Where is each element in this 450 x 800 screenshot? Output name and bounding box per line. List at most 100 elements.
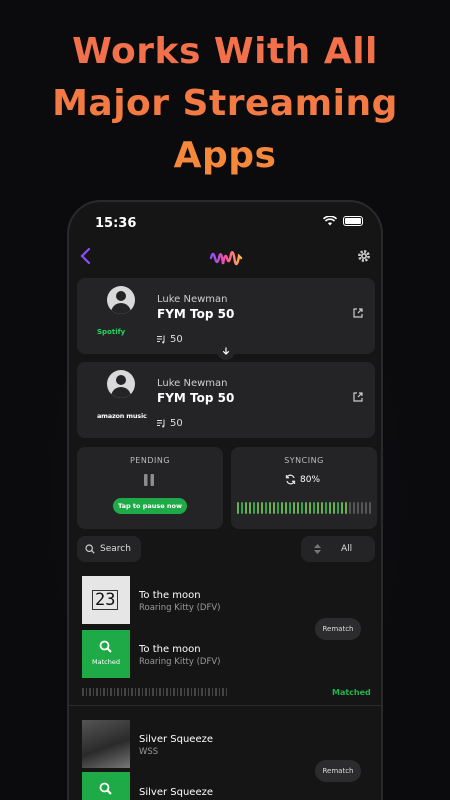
external-link-icon[interactable] <box>353 308 363 318</box>
progress-tick <box>204 688 206 696</box>
album-art: 23 <box>82 576 130 624</box>
chevron-left-icon[interactable] <box>79 247 93 265</box>
search-input[interactable]: Search <box>77 536 141 562</box>
progress-tick <box>180 688 182 696</box>
source-track-title: To the moon <box>139 590 201 601</box>
progress-tick <box>285 502 287 514</box>
progress-tick <box>249 502 251 514</box>
sort-icon <box>314 544 321 554</box>
search-icon <box>99 640 112 653</box>
transfer-arrow <box>217 342 235 360</box>
source-track-artist: WSS <box>139 747 159 757</box>
matched-art <box>82 772 130 800</box>
progress-tick <box>277 502 279 514</box>
matched-track-title: To the moon <box>139 644 201 655</box>
progress-tick <box>273 502 275 514</box>
search-label: Search <box>100 544 131 554</box>
headline-line-2: Major Streaming <box>52 83 398 124</box>
progress-tick <box>183 688 185 696</box>
progress-tick <box>353 502 355 514</box>
syncing-title: SYNCING <box>284 456 324 465</box>
progress-tick <box>194 688 196 696</box>
progress-tick <box>148 688 150 696</box>
progress-tick <box>152 688 154 696</box>
progress-tick <box>169 688 171 696</box>
progress-tick <box>241 502 243 514</box>
progress-tick <box>201 688 203 696</box>
track-item: Silver Squeeze WSS Silver Squeeze Rematc… <box>69 714 381 800</box>
rematch-button[interactable]: Rematch <box>315 760 361 782</box>
external-link-icon[interactable] <box>353 392 363 402</box>
progress-tick <box>337 502 339 514</box>
progress-tick <box>333 502 335 514</box>
search-icon <box>99 782 112 795</box>
headline-line-3: Apps <box>173 135 277 176</box>
progress-tick <box>124 688 126 696</box>
progress-tick <box>349 502 351 514</box>
pending-panel: PENDING Tap to pause now <box>77 447 223 529</box>
progress-tick <box>96 688 98 696</box>
playlist-card-amazon[interactable]: amazon music Luke Newman FYM Top 50 50 <box>77 362 375 438</box>
progress-tick <box>155 688 157 696</box>
progress-tick <box>85 688 87 696</box>
progress-tick <box>301 502 303 514</box>
progress-tick <box>222 688 224 696</box>
progress-tick <box>325 502 327 514</box>
progress-tick <box>357 502 359 514</box>
progress-tick <box>341 502 343 514</box>
progress-tick <box>329 502 331 514</box>
pending-title: PENDING <box>129 456 171 465</box>
track-count-value: 50 <box>170 418 183 429</box>
music-list-icon <box>157 335 165 344</box>
progress-tick <box>218 688 220 696</box>
progress-tick <box>253 502 255 514</box>
progress-tick <box>265 502 267 514</box>
battery-icon <box>343 216 363 226</box>
progress-tick <box>305 502 307 514</box>
progress-tick <box>190 688 192 696</box>
progress-tick <box>197 688 199 696</box>
progress-tick <box>89 688 91 696</box>
pause-icon <box>144 474 154 486</box>
progress-tick <box>82 688 84 696</box>
progress-tick <box>162 688 164 696</box>
spotify-logo: Spotify <box>97 328 126 336</box>
headline: Works With All Major Streaming Apps <box>0 26 450 182</box>
progress-tick <box>138 688 140 696</box>
rematch-button[interactable]: Rematch <box>315 618 361 640</box>
progress-tick <box>237 502 239 514</box>
progress-tick <box>103 688 105 696</box>
amazon-music-logo: amazon music <box>97 412 147 420</box>
source-track-artist: Roaring Kitty (DFV) <box>139 603 221 613</box>
progress-tick <box>141 688 143 696</box>
pause-now-button[interactable]: Tap to pause now <box>113 498 187 514</box>
progress-tick <box>369 502 371 514</box>
progress-tick <box>245 502 247 514</box>
status-icons <box>323 216 363 226</box>
progress-tick <box>127 688 129 696</box>
source-track-title: Silver Squeeze <box>139 734 214 745</box>
progress-tick <box>99 688 101 696</box>
track-item: 23 To the moon Roaring Kitty (DFV) Match… <box>69 572 381 706</box>
progress-tick <box>293 502 295 514</box>
progress-tick <box>92 688 94 696</box>
progress-tick <box>208 688 210 696</box>
music-list-icon <box>157 419 165 428</box>
filter-select[interactable]: All <box>301 536 375 562</box>
progress-tick <box>173 688 175 696</box>
progress-tick <box>317 502 319 514</box>
progress-tick <box>309 502 311 514</box>
arrow-down-icon <box>222 347 230 355</box>
album-art-text: 23 <box>92 590 119 610</box>
gear-icon[interactable] <box>357 249 371 263</box>
progress-tick <box>365 502 367 514</box>
waveform-logo <box>209 251 243 266</box>
filter-label: All <box>341 544 353 554</box>
progress-tick <box>281 502 283 514</box>
playlist-owner: Luke Newman <box>157 294 228 305</box>
progress-tick <box>166 688 168 696</box>
playlist-name: FYM Top 50 <box>157 307 235 321</box>
progress-tick <box>113 688 115 696</box>
sync-progress: 80% <box>285 474 320 485</box>
progress-tick <box>321 502 323 514</box>
